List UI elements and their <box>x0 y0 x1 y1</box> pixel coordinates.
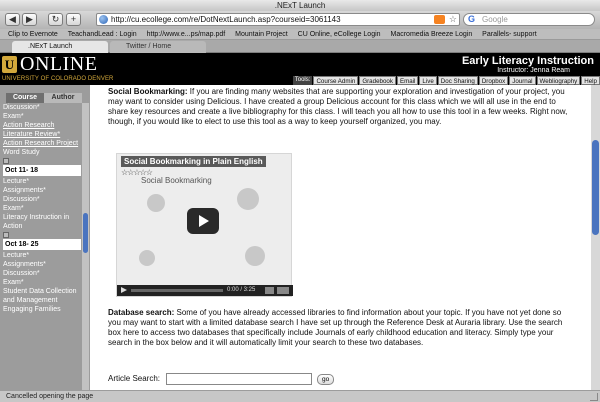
tab-twitter[interactable]: Twitter / Home <box>110 41 206 53</box>
video-sketch-node <box>237 188 259 210</box>
tool-help[interactable]: Help <box>581 76 600 85</box>
video-subtitle: Social Bookmarking <box>141 176 212 185</box>
status-bar: Cancelled opening the page <box>0 390 600 402</box>
nav-item[interactable]: Engaging Families <box>3 305 81 314</box>
nav-item[interactable]: Lecture* <box>3 251 81 260</box>
video-sketch-node <box>147 194 165 212</box>
main-content: Social Bookmarking: If you are finding m… <box>90 85 600 390</box>
tab-next-launch[interactable]: .NExT Launch <box>12 41 108 53</box>
university-name: UNIVERSITY OF COLORADO DENVER <box>2 76 114 82</box>
course-header: U ONLINE UNIVERSITY OF COLORADO DENVER E… <box>0 53 600 85</box>
tool-doc-sharing[interactable]: Doc Sharing <box>437 76 478 85</box>
nav-item[interactable]: Action Research Project <box>3 139 81 148</box>
nav-tabs: Course Author <box>0 93 90 103</box>
tab-course[interactable]: Course <box>6 93 44 103</box>
tool-gradebook[interactable]: Gradebook <box>359 76 396 85</box>
nav-expand-icon[interactable] <box>3 158 9 164</box>
tab-author[interactable]: Author <box>44 93 82 103</box>
nav-unit-header[interactable]: Oct 11- 18 <box>3 165 81 176</box>
volume-icon[interactable] <box>265 287 274 294</box>
social-bookmarking-paragraph: Social Bookmarking: If you are finding m… <box>108 87 572 127</box>
reload-button[interactable]: ↻ <box>48 13 63 26</box>
bookmark-item[interactable]: Parallels- support <box>482 31 536 38</box>
resize-grip-icon[interactable] <box>590 393 598 401</box>
bookmark-item[interactable]: Clip to Evernote <box>8 31 58 38</box>
nav-list: Discussion* Exam* Action Research Literatu… <box>3 103 81 390</box>
nav-scrollbar[interactable] <box>82 103 89 390</box>
video-sketch-node <box>245 246 265 266</box>
fullscreen-icon[interactable] <box>277 287 289 294</box>
tool-dropbox[interactable]: Dropbox <box>478 76 509 85</box>
nav-item[interactable]: Discussion* <box>3 103 81 112</box>
bookmark-item[interactable]: TeachandLead : Login <box>68 31 137 38</box>
new-tab-button[interactable]: + <box>66 13 81 26</box>
tool-journal[interactable]: Journal <box>509 76 536 85</box>
video-progress-bar[interactable] <box>131 289 223 292</box>
nav-item[interactable]: Exam* <box>3 278 81 287</box>
nav-item[interactable]: Discussion* <box>3 269 81 278</box>
database-search-paragraph: Database search: Some of you have alread… <box>108 308 572 348</box>
go-button[interactable]: go <box>317 373 335 385</box>
video-sketch-node <box>139 250 155 266</box>
nav-item[interactable]: Exam* <box>3 112 81 121</box>
nav-item[interactable]: Exam* <box>3 204 81 213</box>
google-icon: G <box>468 14 476 24</box>
nav-expand-icon[interactable] <box>3 232 9 238</box>
video-play-icon[interactable] <box>187 208 219 234</box>
nav-item[interactable]: Assignments* <box>3 186 81 195</box>
play-icon[interactable] <box>121 287 127 293</box>
nav-item[interactable]: Lecture* <box>3 177 81 186</box>
video-player[interactable]: Social Bookmarking in Plain English ☆☆☆☆… <box>116 153 293 297</box>
bookmark-item[interactable]: Macromedia Breeze Login <box>391 31 473 38</box>
search-input[interactable]: G Google <box>463 13 595 26</box>
tool-course-admin[interactable]: Course Admin <box>313 76 359 85</box>
nav-item[interactable]: Action Research Literature Review* <box>3 121 81 139</box>
instructor-name: Instructor: Jenna Ream <box>497 67 570 74</box>
video-title: Social Bookmarking in Plain English <box>121 156 266 167</box>
window-title: .NExT Launch <box>0 0 600 11</box>
tools-menu: Tools: Course Admin Gradebook Email Live… <box>292 76 600 85</box>
tool-live[interactable]: Live <box>419 76 437 85</box>
video-time: 0:00 / 3:25 <box>227 287 256 293</box>
article-search-row: Article Search: go <box>108 372 335 386</box>
tool-email[interactable]: Email <box>396 76 419 85</box>
article-search-label: Article Search: <box>108 374 161 383</box>
nav-item[interactable]: Literacy Instruction in Action <box>3 213 81 231</box>
course-title: Early Literacy Instruction <box>461 55 594 67</box>
bookmark-item[interactable]: Mountain Project <box>235 31 288 38</box>
nav-item[interactable]: Discussion* <box>3 195 81 204</box>
nav-item[interactable]: Student Data Collection and Management <box>3 287 81 305</box>
rss-icon[interactable] <box>434 15 445 24</box>
nav-scroll-thumb[interactable] <box>83 213 88 253</box>
cu-online-logo: U ONLINE UNIVERSITY OF COLORADO DENVER <box>0 53 125 85</box>
main-scroll-thumb[interactable] <box>592 140 599 235</box>
search-placeholder: Google <box>482 15 508 24</box>
bookmark-item[interactable]: CU Online, eCollege Login <box>298 31 381 38</box>
tools-label: Tools: <box>292 76 313 85</box>
bookmark-star-icon[interactable]: ☆ <box>449 14 457 25</box>
browser-toolbar: ◀ ▶ ↻ + http://cu.ecollege.com/re/DotNex… <box>0 11 600 29</box>
site-favicon-icon <box>99 15 108 24</box>
nav-unit-header[interactable]: Oct 18- 25 <box>3 239 81 250</box>
tab-bar: .NExT Launch Twitter / Home <box>0 40 600 53</box>
video-controls: 0:00 / 3:25 <box>117 285 293 296</box>
status-text: Cancelled opening the page <box>6 393 94 400</box>
course-nav: Course Author Discussion* Exam* Action Res… <box>0 85 90 390</box>
database-search-heading: Database search: <box>108 308 175 317</box>
article-search-input[interactable] <box>166 373 313 385</box>
back-button[interactable]: ◀ <box>5 13 20 26</box>
address-url: http://cu.ecollege.com/re/DotNextLaunch.… <box>111 15 341 24</box>
cu-logo-mark: U <box>2 56 17 73</box>
main-scrollbar[interactable] <box>591 85 600 390</box>
address-bar[interactable]: http://cu.ecollege.com/re/DotNextLaunch.… <box>96 13 460 26</box>
nav-item[interactable]: Assignments* <box>3 260 81 269</box>
social-bookmarking-heading: Social Bookmarking: <box>108 87 188 96</box>
logo-online-text: ONLINE <box>20 53 98 75</box>
tool-webliography[interactable]: Webliography <box>536 76 581 85</box>
forward-button[interactable]: ▶ <box>22 13 37 26</box>
database-search-text: Some of you have already accessed librar… <box>108 308 563 347</box>
bookmark-item[interactable]: http://www.e...ps/map.pdf <box>147 31 226 38</box>
nav-item[interactable]: Word Study <box>3 148 81 157</box>
bookmarks-bar: Clip to Evernote TeachandLead : Login ht… <box>0 29 600 40</box>
